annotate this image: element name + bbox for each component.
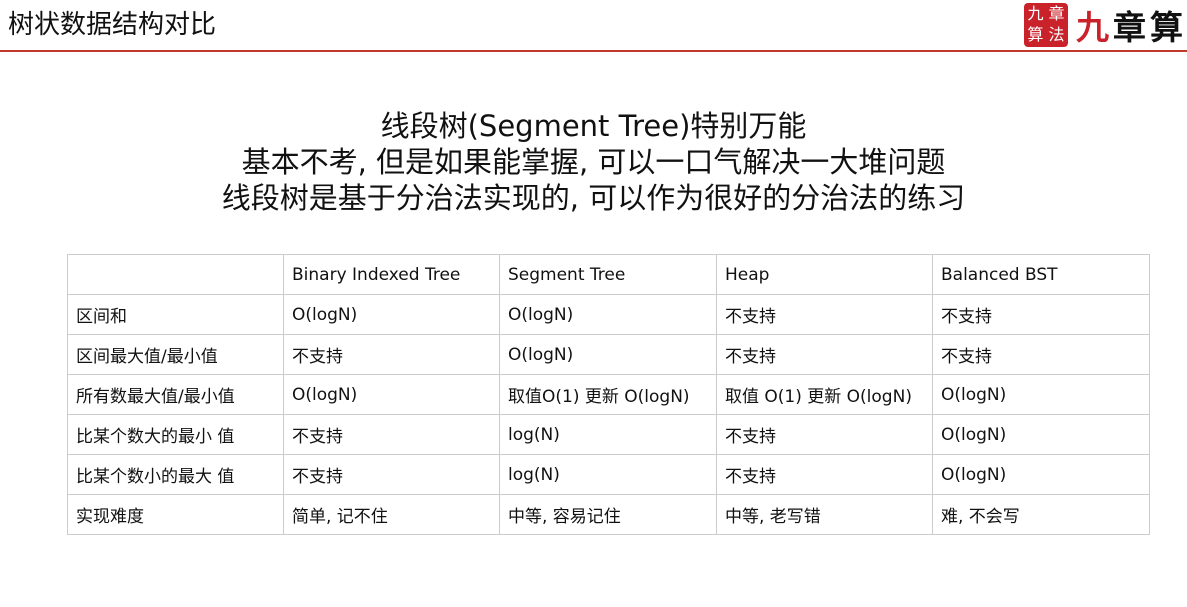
- comparison-table: Binary Indexed Tree Segment Tree Heap Ba…: [67, 254, 1150, 535]
- table-cell: log(N): [499, 454, 717, 495]
- logo-seal-char: 章: [1048, 4, 1065, 23]
- table-row: 比某个数大的最小 值不支持 log(N) 不支持 O(logN): [67, 414, 1150, 455]
- table-cell: 不支持: [932, 294, 1150, 335]
- intro-text: 线段树(Segment Tree)特别万能 基本不考, 但是如果能掌握, 可以一…: [0, 108, 1187, 216]
- table-cell: 取值O(1) 更新 O(logN): [499, 374, 717, 415]
- table-cell: 不支持: [283, 414, 500, 455]
- table-cell: 中等, 容易记住: [499, 494, 717, 535]
- page-title: 树状数据结构对比: [8, 10, 217, 40]
- table-row: 区间最大值/最小值 不支持 O(logN) 不支持 不支持: [67, 334, 1150, 375]
- row-label-cell: 比某个数小的最大 值: [67, 454, 284, 495]
- row-label-cell: 实现难度: [67, 494, 284, 535]
- table-cell: 难, 不会写: [932, 494, 1150, 535]
- table-row: 区间和 O(logN) O(logN) 不支持 不支持: [67, 294, 1150, 335]
- row-label-cell: 区间最大值/最小值: [67, 334, 284, 375]
- intro-line: 线段树是基于分治法实现的, 可以作为很好的分治法的练习: [221, 181, 966, 215]
- table-row: 实现难度 简单, 记不住 中等, 容易记住 中等, 老写错 难, 不会写: [67, 494, 1150, 535]
- table-cell: O(logN): [499, 334, 717, 375]
- table-body: Binary Indexed Tree Segment Tree Heap Ba…: [67, 254, 1150, 535]
- table-cell: 取值 O(1) 更新 O(logN): [716, 374, 933, 415]
- table-cell: log(N): [499, 414, 717, 455]
- row-label-cell: 所有数最大值/最小值: [67, 374, 284, 415]
- slide-header: 树状数据结构对比 九 章 算 法 九章算: [0, 0, 1187, 52]
- row-label-cell: 比某个数大的最小 值: [67, 414, 284, 455]
- table-cell: O(logN): [499, 294, 717, 335]
- table-row: 所有数最大值/最小值 O(logN) 取值O(1) 更新 O(logN) 取值 O(1…: [67, 374, 1150, 415]
- logo-text-accent: 九: [1076, 8, 1113, 47]
- table-cell: O(logN): [932, 374, 1150, 415]
- intro-line: 线段树(Segment Tree)特别万能: [380, 109, 807, 143]
- table-cell: O(logN): [932, 414, 1150, 455]
- table-cell: O(logN): [932, 454, 1150, 495]
- logo-seal-char: 九: [1027, 4, 1044, 23]
- table-cell: 中等, 老写错: [716, 494, 933, 535]
- table-cell: 不支持: [283, 454, 500, 495]
- table-cell: 不支持: [716, 414, 933, 455]
- brand-logo: 九 章 算 法 九章算: [1024, 2, 1187, 48]
- table-header-cell: [67, 254, 284, 295]
- table-row: 比某个数小的最大 值不支持 log(N) 不支持 O(logN): [67, 454, 1150, 495]
- logo-seal: 九 章 算 法: [1024, 3, 1068, 47]
- logo-seal-char: 算: [1027, 25, 1044, 44]
- row-label-cell: 区间和: [67, 294, 284, 335]
- logo-seal-char: 法: [1048, 25, 1065, 44]
- table-header-cell: Binary Indexed Tree: [283, 254, 500, 295]
- table-cell: 不支持: [716, 294, 933, 335]
- table-header-cell: Segment Tree: [499, 254, 717, 295]
- table-cell: 不支持: [716, 454, 933, 495]
- table-cell: 不支持: [932, 334, 1150, 375]
- table-header-cell: Balanced BST: [932, 254, 1150, 295]
- table-header-cell: Heap: [716, 254, 933, 295]
- table-cell: 不支持: [283, 334, 500, 375]
- logo-text: 九章算: [1076, 1, 1187, 49]
- table-cell: 简单, 记不住: [283, 494, 500, 535]
- logo-text-rest: 章算: [1113, 8, 1187, 47]
- table-cell: O(logN): [283, 294, 500, 335]
- table-cell: 不支持: [716, 334, 933, 375]
- table-cell: O(logN): [283, 374, 500, 415]
- table-header-row: Binary Indexed Tree Segment Tree Heap Ba…: [67, 254, 1150, 295]
- intro-line: 基本不考, 但是如果能掌握, 可以一口气解决一大堆问题: [241, 145, 946, 179]
